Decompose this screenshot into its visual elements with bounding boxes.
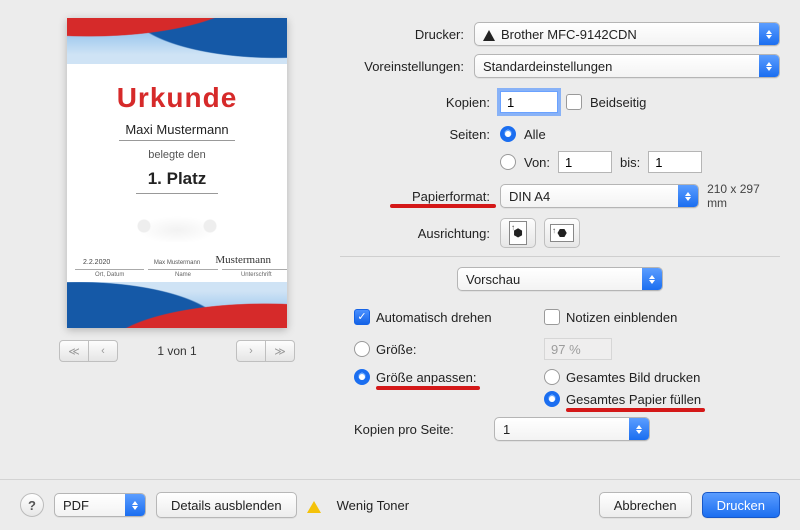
section-value: Vorschau: [466, 272, 520, 287]
print-settings: Drucker: Brother MFC-9142CDN Voreinstell…: [340, 22, 780, 449]
scale-fit-label: Größe anpassen:: [376, 370, 476, 385]
low-toner-label: Wenig Toner: [337, 498, 410, 513]
orientation-landscape-button[interactable]: ↑⬢: [544, 218, 580, 248]
sig-label-a: Ort, Datum: [75, 269, 144, 278]
print-label: Drucken: [717, 498, 765, 513]
auto-rotate-checkbox[interactable]: [354, 309, 370, 325]
printer-value: Brother MFC-9142CDN: [501, 27, 637, 42]
cancel-button[interactable]: Abbrechen: [599, 492, 692, 518]
hide-details-button[interactable]: Details ausblenden: [156, 492, 297, 518]
section-select[interactable]: Vorschau: [457, 267, 663, 291]
thumbnail-content: Urkunde Maxi Mustermann belegte den 1. P…: [67, 68, 287, 278]
doc-signature: Mustermann: [215, 254, 271, 266]
chevrons-icon: [642, 268, 662, 290]
decor-wave-top: [67, 18, 287, 64]
scale-fit-radio[interactable]: [354, 369, 370, 385]
pager-next-button[interactable]: ›: [236, 340, 266, 362]
show-notes-label: Notizen einblenden: [566, 310, 677, 325]
fit-image-radio[interactable]: [544, 369, 560, 385]
cancel-label: Abbrechen: [614, 498, 677, 513]
doc-recipient: Maxi Mustermann: [119, 122, 234, 141]
copies-per-page-label: Kopien pro Seite:: [354, 422, 494, 437]
pages-label: Seiten:: [340, 127, 500, 142]
pager-first-button[interactable]: ≪: [59, 340, 89, 362]
orientation-label: Ausrichtung:: [340, 226, 500, 241]
pager-last-button[interactable]: ≫: [266, 340, 295, 362]
presets-select[interactable]: Standardeinstellungen: [474, 54, 780, 78]
chevrons-icon: [678, 185, 698, 207]
fill-paper-radio[interactable]: [544, 391, 560, 407]
pages-to-input[interactable]: [648, 151, 702, 173]
laurel-icon: [122, 202, 232, 242]
paper-label: Papierformat:: [340, 189, 500, 204]
scale-fixed-label: Größe:: [376, 342, 416, 357]
printer-label: Drucker:: [340, 27, 474, 42]
fill-paper-label: Gesamtes Papier füllen: [566, 392, 701, 407]
pager-label: 1 von 1: [157, 344, 196, 358]
pages-all-label: Alle: [524, 127, 546, 142]
page-pager: ≪ ‹ 1 von 1 › ≫: [59, 340, 295, 362]
fit-image-label: Gesamtes Bild drucken: [566, 370, 700, 385]
help-button[interactable]: ?: [20, 493, 44, 517]
warning-icon: [483, 30, 495, 41]
pdf-label: PDF: [63, 498, 89, 513]
presets-value: Standardeinstellungen: [483, 59, 612, 74]
chevron-down-icon: [125, 494, 145, 516]
section-divider: [340, 256, 780, 257]
doc-place: 1. Platz: [136, 169, 219, 194]
twosided-checkbox[interactable]: [566, 94, 582, 110]
show-notes-checkbox[interactable]: [544, 309, 560, 325]
print-preview-column: Urkunde Maxi Mustermann belegte den 1. P…: [32, 18, 322, 362]
copies-input[interactable]: [500, 91, 558, 113]
hide-details-label: Details ausblenden: [171, 498, 282, 513]
pages-all-radio[interactable]: [500, 126, 516, 142]
preview-options: Automatisch drehen Notizen einblenden Gr…: [354, 305, 780, 441]
pages-from-label: Von:: [524, 155, 550, 170]
paper-dimensions: 210 x 297 mm: [707, 182, 780, 210]
copies-per-page-select[interactable]: 1: [494, 417, 650, 441]
decor-wave-bottom: [67, 282, 287, 328]
page-thumbnail: Urkunde Maxi Mustermann belegte den 1. P…: [67, 18, 287, 328]
pager-prev-button[interactable]: ‹: [89, 340, 118, 362]
sig-label-b: Name: [148, 269, 217, 278]
sig-label-c: Unterschrift: [222, 269, 287, 278]
pages-from-input[interactable]: [558, 151, 612, 173]
paper-select[interactable]: DIN A4: [500, 184, 699, 208]
print-button[interactable]: Drucken: [702, 492, 780, 518]
doc-belegte: belegte den: [148, 149, 206, 161]
copies-per-page-value: 1: [503, 422, 510, 437]
pages-to-label: bis:: [620, 155, 640, 170]
printer-select[interactable]: Brother MFC-9142CDN: [474, 22, 780, 46]
doc-title: Urkunde: [117, 82, 238, 114]
paper-value: DIN A4: [509, 189, 550, 204]
twosided-label: Beidseitig: [590, 95, 646, 110]
orientation-portrait-button[interactable]: ↑⬢: [500, 218, 536, 248]
signature-labels: Ort, Datum Name Unterschrift: [67, 269, 287, 278]
dialog-footer: ? PDF Details ausblenden Wenig Toner Abb…: [0, 479, 800, 530]
pages-range-radio[interactable]: [500, 154, 516, 170]
chevrons-icon: [629, 418, 649, 440]
chevrons-icon: [759, 23, 779, 45]
copies-label: Kopien:: [340, 95, 500, 110]
scale-fixed-radio[interactable]: [354, 341, 370, 357]
warning-icon: [307, 501, 321, 513]
presets-label: Voreinstellungen:: [340, 59, 474, 74]
auto-rotate-label: Automatisch drehen: [376, 310, 492, 325]
pdf-menu[interactable]: PDF: [54, 493, 146, 517]
chevrons-icon: [759, 55, 779, 77]
scale-percent-input: [544, 338, 612, 360]
